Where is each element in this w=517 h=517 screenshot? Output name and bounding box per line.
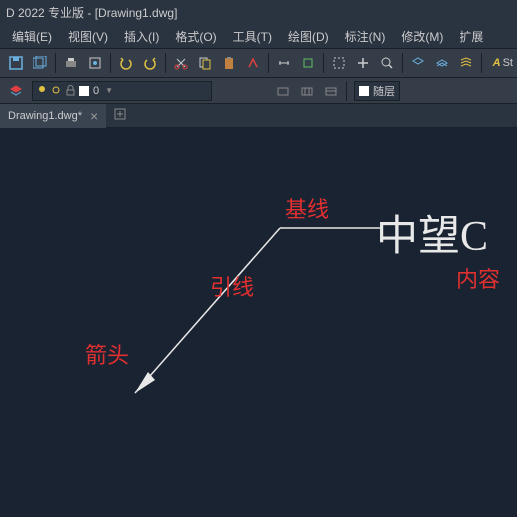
layer-mgr-icon: [459, 56, 473, 70]
layer-iso-button[interactable]: [407, 52, 429, 74]
separator: [110, 53, 111, 73]
print-button[interactable]: [60, 52, 82, 74]
layer-props-button[interactable]: [5, 80, 27, 102]
dist-icon: [277, 56, 291, 70]
text-style-combo[interactable]: A St: [493, 57, 513, 69]
separator: [268, 53, 269, 73]
separator: [55, 53, 56, 73]
layer-name: 0: [93, 85, 99, 97]
drawing-canvas[interactable]: 中望C 基线 引线 箭头 内容: [0, 128, 517, 517]
layer-mgr-button[interactable]: [455, 52, 477, 74]
preview-button[interactable]: [84, 52, 106, 74]
tab-bar: Drawing1.dwg* ×: [0, 104, 517, 128]
redo-icon: [143, 56, 157, 70]
layer-color-swatch: [79, 86, 89, 96]
separator: [481, 53, 482, 73]
pan-icon: [356, 56, 370, 70]
menu-modify[interactable]: 修改(M): [393, 25, 451, 48]
layer-combo[interactable]: 0 ▼: [32, 81, 212, 101]
annotation-content: 内容: [456, 262, 500, 294]
copy-button[interactable]: [194, 52, 216, 74]
menu-dimension[interactable]: 标注(N): [337, 25, 394, 48]
leader-drawing: [0, 128, 517, 517]
save-icon: [9, 56, 23, 70]
layer-tool3-button[interactable]: [320, 80, 342, 102]
lightbulb-icon: [37, 85, 48, 96]
bylayer-label: 随层: [373, 83, 395, 99]
redo-button[interactable]: [139, 52, 161, 74]
file-tab[interactable]: Drawing1.dwg* ×: [0, 104, 106, 128]
layer-prev-icon: [435, 56, 449, 70]
paste-icon: [222, 56, 236, 70]
leader-text-content: 中望C: [376, 202, 488, 263]
menu-view[interactable]: 视图(V): [60, 25, 116, 48]
chevron-down-icon: ▼: [105, 86, 113, 95]
match-button[interactable]: [242, 52, 264, 74]
copy-icon: [198, 56, 212, 70]
add-tab-button[interactable]: [114, 108, 126, 123]
zoom-icon: [380, 56, 394, 70]
cut-button[interactable]: [170, 52, 192, 74]
layer-tool1-icon: [276, 84, 290, 98]
zoom-button[interactable]: [376, 52, 398, 74]
undo-button[interactable]: [115, 52, 137, 74]
menu-extend[interactable]: 扩展: [451, 25, 491, 48]
title-bar: D 2022 专业版 - [Drawing1.dwg]: [0, 0, 517, 24]
undo-icon: [119, 56, 133, 70]
select-button[interactable]: [328, 52, 350, 74]
area-icon: [301, 56, 315, 70]
text-style-label: St: [503, 57, 513, 69]
sun-icon: [51, 85, 62, 96]
pan-button[interactable]: [352, 52, 374, 74]
menu-edit[interactable]: 编辑(E): [4, 25, 60, 48]
saveall-button[interactable]: [29, 52, 51, 74]
annotation-baseline: 基线: [285, 192, 329, 224]
separator: [402, 53, 403, 73]
match-icon: [246, 56, 260, 70]
menu-bar: 编辑(E) 视图(V) 插入(I) 格式(O) 工具(T) 绘图(D) 标注(N…: [0, 24, 517, 48]
layer-bar: 0 ▼ 随层: [0, 78, 517, 104]
separator: [165, 53, 166, 73]
plus-icon: [114, 108, 126, 120]
app-title: D 2022 专业版 - [Drawing1.dwg]: [6, 4, 177, 21]
bylayer-combo[interactable]: 随层: [354, 81, 400, 101]
cut-icon: [174, 56, 188, 70]
layer-tool1-button[interactable]: [272, 80, 294, 102]
saveall-icon: [33, 56, 47, 70]
menu-insert[interactable]: 插入(I): [116, 25, 167, 48]
dist-button[interactable]: [273, 52, 295, 74]
preview-icon: [88, 56, 102, 70]
save-button[interactable]: [5, 52, 27, 74]
annotation-arrow: 箭头: [85, 338, 129, 370]
separator: [323, 53, 324, 73]
area-button[interactable]: [297, 52, 319, 74]
bylayer-swatch: [359, 86, 369, 96]
tab-filename: Drawing1.dwg*: [8, 110, 82, 122]
layer-iso-icon: [411, 56, 425, 70]
annotation-leader: 引线: [210, 270, 254, 302]
main-toolbar: A St: [0, 48, 517, 78]
layer-prev-button[interactable]: [431, 52, 453, 74]
layer-tool3-icon: [324, 84, 338, 98]
layer-tool2-icon: [300, 84, 314, 98]
print-icon: [64, 56, 78, 70]
separator: [346, 81, 347, 101]
menu-draw[interactable]: 绘图(D): [280, 25, 337, 48]
close-icon[interactable]: ×: [90, 108, 98, 124]
menu-tools[interactable]: 工具(T): [225, 25, 280, 48]
text-style-icon: A: [493, 57, 501, 69]
menu-format[interactable]: 格式(O): [167, 25, 224, 48]
layer-tool2-button[interactable]: [296, 80, 318, 102]
paste-button[interactable]: [218, 52, 240, 74]
layer-props-icon: [9, 84, 23, 98]
lock-icon: [65, 85, 76, 96]
select-icon: [332, 56, 346, 70]
